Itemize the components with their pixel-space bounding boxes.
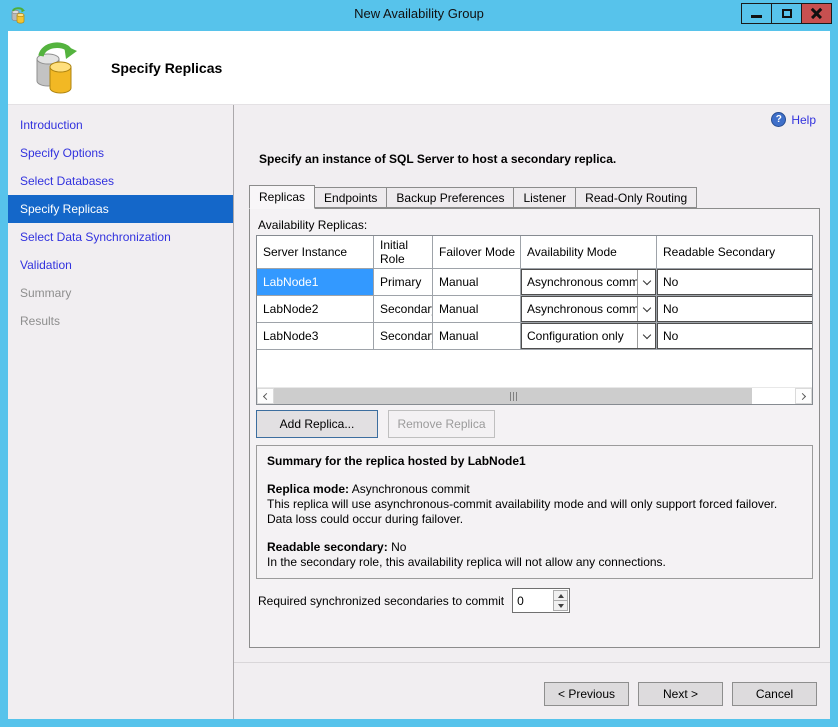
footer-separator <box>234 662 830 663</box>
table-row[interactable]: LabNode1 Primary Manual Asynchronous com… <box>257 269 813 296</box>
readable-secondary-description: In the secondary role, this availability… <box>267 555 802 570</box>
availability-mode-dropdown[interactable]: Configuration only <box>521 323 656 349</box>
tab-strip: Replicas Endpoints Backup Preferences Li… <box>249 185 697 208</box>
remove-replica-button: Remove Replica <box>388 410 495 438</box>
quorum-spinner <box>512 588 570 613</box>
grid-empty-area <box>257 350 812 388</box>
wizard-steps-sidebar: Introduction Specify Options Select Data… <box>8 105 233 719</box>
cell-server-instance[interactable]: LabNode3 <box>257 323 374 350</box>
sidebar-item-select-databases[interactable]: Select Databases <box>8 167 233 195</box>
tab-listener[interactable]: Listener <box>513 187 576 208</box>
maximize-icon <box>782 9 792 18</box>
column-header-failover-mode[interactable]: Failover Mode <box>433 236 521 269</box>
instruction-text: Specify an instance of SQL Server to hos… <box>259 152 616 166</box>
minimize-icon <box>751 15 762 18</box>
table-row[interactable]: LabNode3 Secondary Manual Configuration … <box>257 323 813 350</box>
chevron-down-icon <box>637 297 655 321</box>
cell-initial-role: Secondary <box>374 323 433 350</box>
quorum-label: Required synchronized secondaries to com… <box>258 594 504 608</box>
tab-replicas[interactable]: Replicas <box>249 185 315 209</box>
horizontal-scrollbar[interactable] <box>257 387 812 404</box>
cell-failover-mode: Manual <box>433 296 521 323</box>
scroll-right-button[interactable] <box>795 388 812 404</box>
tab-endpoints[interactable]: Endpoints <box>314 187 387 208</box>
maximize-button[interactable] <box>771 3 802 24</box>
window-content: Specify Replicas Introduction Specify Op… <box>8 31 830 719</box>
help-link[interactable]: ? Help <box>771 112 816 127</box>
spinner-down-button[interactable] <box>553 600 568 611</box>
readable-secondary-dropdown[interactable]: No <box>657 323 813 349</box>
close-icon <box>811 8 822 19</box>
page-title: Specify Replicas <box>111 60 222 76</box>
chevron-left-icon <box>263 392 270 399</box>
close-button[interactable] <box>801 3 832 24</box>
arrow-down-icon <box>558 604 564 608</box>
cell-initial-role: Primary <box>374 269 433 296</box>
add-replica-button[interactable]: Add Replica... <box>256 410 378 438</box>
availability-replicas-label: Availability Replicas: <box>258 218 367 232</box>
chevron-down-icon <box>637 270 655 294</box>
sidebar-item-summary: Summary <box>8 279 233 307</box>
column-header-initial-role[interactable]: Initial Role <box>374 236 433 269</box>
cancel-button[interactable]: Cancel <box>732 682 817 706</box>
sidebar-item-introduction[interactable]: Introduction <box>8 111 233 139</box>
availability-replicas-grid: Server Instance Initial Role Failover Mo… <box>256 235 813 405</box>
cell-server-instance[interactable]: LabNode2 <box>257 296 374 323</box>
readable-secondary-dropdown[interactable]: No <box>657 269 813 295</box>
replicas-database-icon <box>30 41 80 95</box>
minimize-button[interactable] <box>741 3 772 24</box>
replica-mode-line: Replica mode: Asynchronous commit <box>267 482 802 497</box>
previous-button[interactable]: < Previous <box>544 682 629 706</box>
scrollbar-track[interactable] <box>752 388 795 404</box>
column-header-readable-secondary[interactable]: Readable Secondary <box>657 236 813 269</box>
help-label: Help <box>791 113 816 127</box>
quorum-row: Required synchronized secondaries to com… <box>258 588 570 613</box>
chevron-down-icon <box>637 324 655 348</box>
wizard-header: Specify Replicas <box>8 31 830 105</box>
window-title: New Availability Group <box>0 6 838 21</box>
title-bar: New Availability Group <box>0 0 838 31</box>
replica-summary-box: Summary for the replica hosted by LabNod… <box>256 445 813 579</box>
chevron-right-icon <box>799 392 806 399</box>
wizard-footer: < Previous Next > Cancel <box>544 682 817 706</box>
availability-mode-dropdown[interactable]: Asynchronous commit <box>521 296 656 322</box>
summary-title: Summary for the replica hosted by LabNod… <box>267 454 802 469</box>
sidebar-item-select-data-synchronization[interactable]: Select Data Synchronization <box>8 223 233 251</box>
cell-failover-mode: Manual <box>433 269 521 296</box>
table-row[interactable]: LabNode2 Secondary Manual Asynchronous c… <box>257 296 813 323</box>
grid-header-row: Server Instance Initial Role Failover Mo… <box>257 236 813 269</box>
sidebar-item-specify-replicas[interactable]: Specify Replicas <box>8 195 233 223</box>
help-icon: ? <box>771 112 786 127</box>
scroll-left-button[interactable] <box>257 388 274 404</box>
sidebar-item-specify-options[interactable]: Specify Options <box>8 139 233 167</box>
new-availability-group-window: New Availability Group Specify Replicas … <box>0 0 838 727</box>
replica-mode-description: This replica will use asynchronous-commi… <box>267 497 802 527</box>
tab-backup-preferences[interactable]: Backup Preferences <box>386 187 514 208</box>
main-panel: ? Help Specify an instance of SQL Server… <box>234 105 830 719</box>
next-button[interactable]: Next > <box>638 682 723 706</box>
sidebar-item-validation[interactable]: Validation <box>8 251 233 279</box>
readable-secondary-dropdown[interactable]: No <box>657 296 813 322</box>
readable-secondary-line: Readable secondary: No <box>267 540 802 555</box>
arrow-up-icon <box>558 594 564 598</box>
column-header-availability-mode[interactable]: Availability Mode <box>521 236 657 269</box>
cell-failover-mode: Manual <box>433 323 521 350</box>
availability-mode-dropdown[interactable]: Asynchronous commit <box>521 269 656 295</box>
tab-read-only-routing[interactable]: Read-Only Routing <box>575 187 697 208</box>
replicas-tab-panel: Availability Replicas: Server Instance I… <box>249 208 820 648</box>
scrollbar-thumb[interactable] <box>274 388 752 404</box>
column-header-server-instance[interactable]: Server Instance <box>257 236 374 269</box>
quorum-input[interactable] <box>513 589 553 612</box>
sidebar-item-results: Results <box>8 307 233 335</box>
cell-initial-role: Secondary <box>374 296 433 323</box>
cell-server-instance[interactable]: LabNode1 <box>257 269 374 296</box>
